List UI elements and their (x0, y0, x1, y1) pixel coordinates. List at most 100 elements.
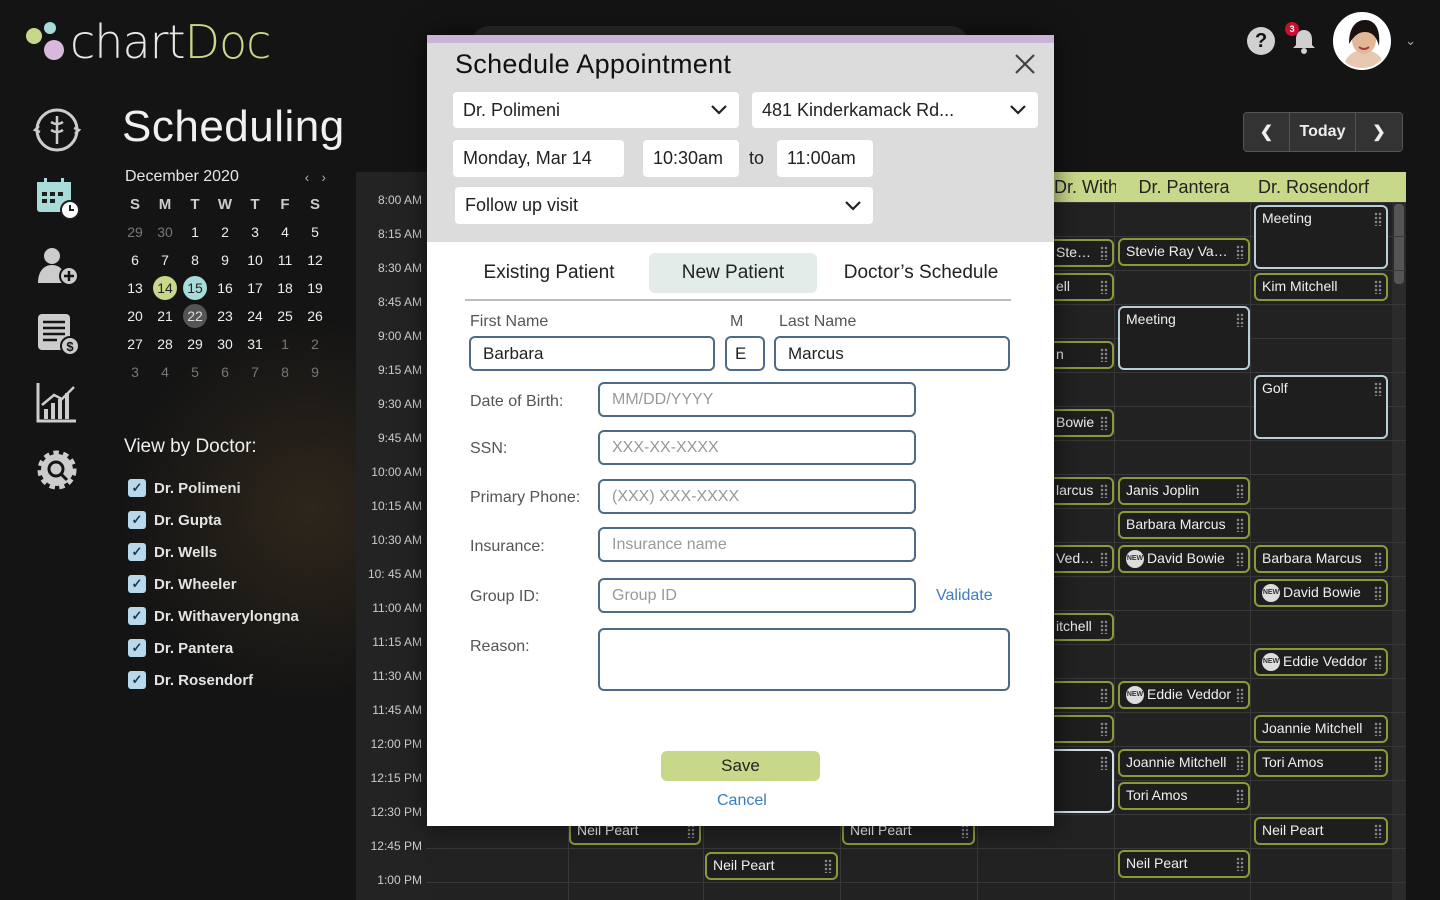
doctor-filter-item[interactable]: ✓ Dr. Pantera (128, 632, 299, 664)
calendar-day[interactable]: 6 (210, 360, 240, 384)
doctor-select[interactable]: Dr. Polimeni (453, 92, 739, 128)
calendar-day[interactable]: 31 (240, 332, 270, 356)
calendar-day[interactable]: 10 (240, 248, 270, 272)
appointment-block[interactable]: Barbara Marcus (1118, 511, 1250, 539)
appointment-block[interactable]: NEW David Bowie (1118, 545, 1250, 573)
calendar-day[interactable]: 21 (150, 304, 180, 328)
middle-initial-field[interactable]: E (725, 336, 765, 371)
close-icon[interactable] (1012, 51, 1038, 77)
appointment-block[interactable]: Stevie Ray Vau... (1048, 239, 1114, 267)
start-time-field[interactable]: 10:30am (643, 140, 739, 177)
appointment-block[interactable]: Kim Mitchell (1254, 273, 1388, 301)
appointment-block[interactable]: itchell (1048, 613, 1114, 641)
column-header[interactable]: Dr. Withaver... (1052, 172, 1116, 202)
checkbox-checked-icon[interactable]: ✓ (128, 479, 146, 497)
appointment-block[interactable]: Neil Peart (705, 852, 838, 880)
validate-link[interactable]: Validate (936, 587, 993, 605)
appointment-block[interactable]: Neil Peart (1118, 850, 1250, 878)
doctor-filter-item[interactable]: ✓ Dr. Polimeni (128, 472, 299, 504)
nav-billing-icon[interactable]: $ (30, 304, 84, 364)
appointment-block[interactable]: Joannie Mitchell (1254, 715, 1388, 743)
cancel-link[interactable]: Cancel (717, 792, 767, 810)
end-time-field[interactable]: 11:00am (777, 140, 873, 177)
save-button[interactable]: Save (661, 751, 820, 781)
appointment-block[interactable]: ell (1048, 273, 1114, 301)
next-day-button[interactable]: ❯ (1356, 113, 1402, 151)
drag-handle-icon[interactable] (1374, 824, 1382, 838)
drag-handle-icon[interactable] (1236, 857, 1244, 871)
appointment-block[interactable]: Meeting (1254, 205, 1388, 269)
calendar-day[interactable]: 29 (180, 332, 210, 356)
drag-handle-icon[interactable] (1374, 586, 1382, 600)
calendar-day[interactable]: 5 (300, 220, 330, 244)
drag-handle-icon[interactable] (1100, 416, 1108, 430)
today-button[interactable]: Today (1290, 113, 1356, 151)
drag-handle-icon[interactable] (1374, 552, 1382, 566)
doctor-filter-item[interactable]: ✓ Dr. Withaverylongna (128, 600, 299, 632)
calendar-next-icon[interactable]: › (321, 169, 326, 185)
calendar-day[interactable]: 8 (180, 248, 210, 272)
drag-handle-icon[interactable] (1236, 756, 1244, 770)
drag-handle-icon[interactable] (1100, 484, 1108, 498)
appointment-block[interactable]: Barbara Marcus (1254, 545, 1388, 573)
visit-type-select[interactable]: Follow up visit (455, 187, 873, 224)
drag-handle-icon[interactable] (1100, 688, 1108, 702)
calendar-day[interactable]: 3 (120, 360, 150, 384)
drag-handle-icon[interactable] (1100, 620, 1108, 634)
calendar-day[interactable]: 25 (270, 304, 300, 328)
calendar-day[interactable]: 4 (270, 220, 300, 244)
calendar-day[interactable]: 4 (150, 360, 180, 384)
calendar-day[interactable]: 12 (300, 248, 330, 272)
last-name-field[interactable]: Marcus (774, 336, 1010, 371)
calendar-day[interactable]: 18 (270, 276, 300, 300)
calendar-day[interactable]: 27 (120, 332, 150, 356)
phone-field[interactable]: (XXX) XXX-XXXX (598, 479, 916, 514)
calendar-day[interactable]: 1 (270, 332, 300, 356)
calendar-day[interactable]: 6 (120, 248, 150, 272)
calendar-day[interactable]: 13 (120, 276, 150, 300)
chevron-down-icon[interactable]: ⌄ (1405, 33, 1416, 49)
calendar-day[interactable]: 26 (300, 304, 330, 328)
drag-handle-icon[interactable] (1236, 245, 1244, 259)
dob-field[interactable]: MM/DD/YYYY (598, 382, 916, 417)
drag-handle-icon[interactable] (687, 824, 695, 838)
drag-handle-icon[interactable] (1374, 212, 1382, 226)
appointment-block[interactable]: Bowie (1048, 409, 1114, 437)
drag-handle-icon[interactable] (1100, 756, 1108, 770)
first-name-field[interactable]: Barbara (469, 336, 715, 371)
appointment-block[interactable] (1048, 681, 1114, 709)
calendar-day[interactable]: 19 (300, 276, 330, 300)
calendar-day[interactable]: 2 (210, 220, 240, 244)
calendar-day[interactable]: 3 (240, 220, 270, 244)
calendar-day[interactable]: 8 (270, 360, 300, 384)
drag-handle-icon[interactable] (1236, 789, 1244, 803)
appointment-block[interactable]: Joannie Mitchell (1118, 749, 1250, 777)
appointment-block[interactable]: Golf (1254, 375, 1388, 439)
appointment-block[interactable]: NEW David Bowie (1254, 579, 1388, 607)
checkbox-checked-icon[interactable]: ✓ (128, 671, 146, 689)
nav-medical-icon[interactable] (30, 100, 84, 160)
column-header[interactable]: Dr. Rosendorf (1252, 172, 1406, 202)
schedule-scrollbar[interactable] (1392, 202, 1406, 900)
calendar-day[interactable]: 17 (240, 276, 270, 300)
checkbox-checked-icon[interactable]: ✓ (128, 543, 146, 561)
calendar-day[interactable]: 28 (150, 332, 180, 356)
drag-handle-icon[interactable] (1374, 722, 1382, 736)
nav-calendar-icon[interactable] (30, 168, 84, 228)
column-header[interactable]: Dr. Pantera (1116, 172, 1252, 202)
calendar-day[interactable]: 9 (210, 248, 240, 272)
drag-handle-icon[interactable] (1236, 484, 1244, 498)
doctor-filter-item[interactable]: ✓ Dr. Wheeler (128, 568, 299, 600)
calendar-day[interactable]: 2 (300, 332, 330, 356)
appointment-block[interactable]: Meeting (1118, 306, 1250, 370)
calendar-day[interactable]: 16 (210, 276, 240, 300)
appointment-block[interactable]: NEW Eddie Veddor (1118, 681, 1250, 709)
drag-handle-icon[interactable] (1236, 688, 1244, 702)
calendar-day[interactable]: 24 (240, 304, 270, 328)
calendar-day[interactable]: 30 (210, 332, 240, 356)
notification-bell-icon[interactable]: 3 (1285, 22, 1319, 56)
doctor-filter-item[interactable]: ✓ Dr. Gupta (128, 504, 299, 536)
appointment-block[interactable]: NEW Eddie Veddor (1254, 648, 1388, 676)
drag-handle-icon[interactable] (1374, 280, 1382, 294)
ssn-field[interactable]: XXX-XX-XXXX (598, 430, 916, 465)
